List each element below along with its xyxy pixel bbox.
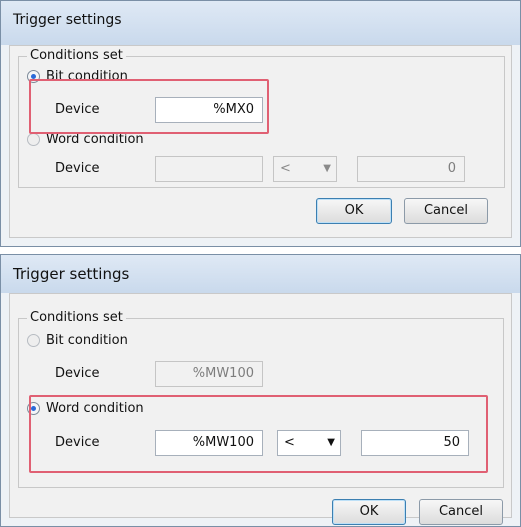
dialog-titlebar: Trigger settings [1,1,520,45]
word-condition-radio[interactable]: Word condition [27,132,144,147]
word-device-label: Device [55,161,100,176]
dialog-titlebar: Trigger settings [1,255,520,293]
dialog-client-area: Conditions set Bit condition Device %MX0… [9,45,512,238]
radio-unselected-icon [27,133,40,146]
dialog-title: Trigger settings [13,12,122,28]
word-value-input[interactable]: 0 [357,156,465,182]
conditions-legend: Conditions set [27,48,126,63]
ok-button[interactable]: OK [332,499,406,525]
operator-select[interactable]: < ▼ [273,156,337,182]
ok-button[interactable]: OK [316,198,392,224]
radio-unselected-icon [27,334,40,347]
conditions-legend: Conditions set [27,310,126,325]
bit-condition-radio[interactable]: Bit condition [27,333,128,348]
trigger-settings-dialog-word: Trigger settings Conditions set Bit cond… [0,254,521,527]
word-device-input[interactable] [155,156,263,182]
word-condition-highlight [29,395,488,473]
dialog-title: Trigger settings [13,265,130,283]
trigger-settings-dialog-bit: Trigger settings Conditions set Bit cond… [0,0,521,247]
cancel-button[interactable]: Cancel [404,198,488,224]
operator-value: < [280,161,291,176]
bit-device-input[interactable]: %MW100 [155,361,263,387]
bit-condition-highlight [29,79,269,134]
chevron-down-icon: ▼ [323,163,331,174]
bit-condition-label: Bit condition [46,333,128,348]
word-condition-label: Word condition [46,132,144,147]
cancel-button[interactable]: Cancel [419,499,503,525]
bit-device-label: Device [55,366,100,381]
